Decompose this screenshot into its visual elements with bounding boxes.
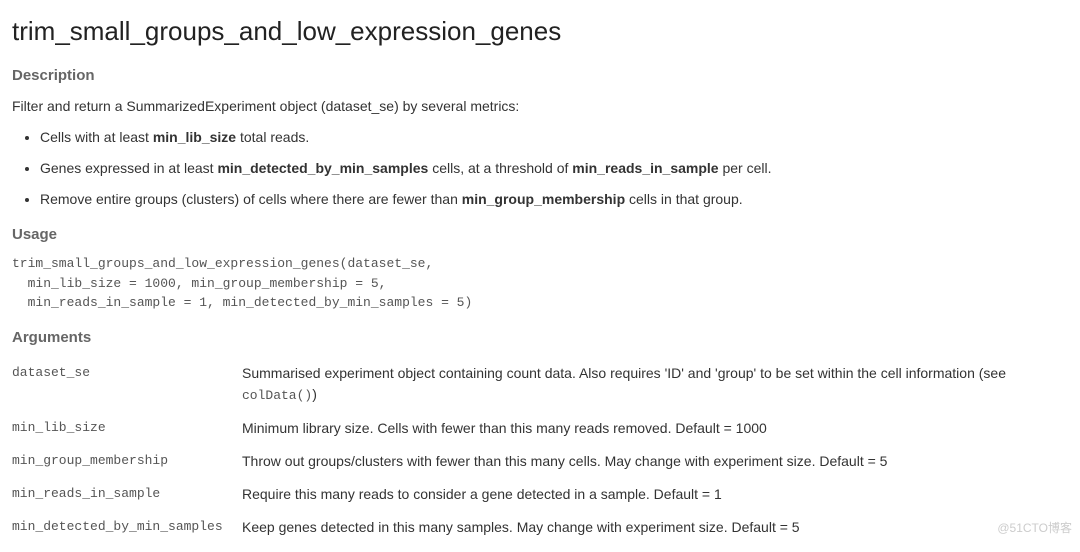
text: cells, at a threshold of <box>428 160 572 176</box>
text-bold: min_group_membership <box>462 191 625 207</box>
list-item: Cells with at least min_lib_size total r… <box>40 127 1068 148</box>
table-row: min_lib_size Minimum library size. Cells… <box>12 412 1068 445</box>
arg-desc: Keep genes detected in this many samples… <box>242 511 1068 544</box>
arg-name: min_lib_size <box>12 412 242 445</box>
text: Keep genes detected in this many samples… <box>242 519 800 535</box>
arg-desc: Throw out groups/clusters with fewer tha… <box>242 445 1068 478</box>
text: Remove entire groups (clusters) of cells… <box>40 191 462 207</box>
description-intro: Filter and return a SummarizedExperiment… <box>12 96 1068 117</box>
usage-code: trim_small_groups_and_low_expression_gen… <box>12 254 1068 313</box>
arguments-heading: Arguments <box>12 327 1068 350</box>
list-item: Genes expressed in at least min_detected… <box>40 158 1068 179</box>
table-row: dataset_se Summarised experiment object … <box>12 357 1068 412</box>
arg-desc: Minimum library size. Cells with fewer t… <box>242 412 1068 445</box>
text: ) <box>312 386 317 402</box>
text-bold: min_lib_size <box>153 129 236 145</box>
text-bold: min_detected_by_min_samples <box>217 160 428 176</box>
arg-desc: Require this many reads to consider a ge… <box>242 478 1068 511</box>
arg-name: min_group_membership <box>12 445 242 478</box>
text: Require this many reads to consider a ge… <box>242 486 722 502</box>
arg-desc: Summarised experiment object containing … <box>242 357 1068 412</box>
description-list: Cells with at least min_lib_size total r… <box>12 127 1068 210</box>
list-item: Remove entire groups (clusters) of cells… <box>40 189 1068 210</box>
watermark: @51CTO博客 <box>997 519 1072 537</box>
arg-name: min_detected_by_min_samples <box>12 511 242 544</box>
arg-name: dataset_se <box>12 357 242 412</box>
usage-heading: Usage <box>12 224 1068 247</box>
arg-name: min_reads_in_sample <box>12 478 242 511</box>
text: cells in that group. <box>625 191 743 207</box>
text-bold: min_reads_in_sample <box>572 160 718 176</box>
text: Genes expressed in at least <box>40 160 217 176</box>
text: per cell. <box>719 160 772 176</box>
arguments-table: dataset_se Summarised experiment object … <box>12 357 1068 544</box>
text: total reads. <box>236 129 309 145</box>
text: Cells with at least <box>40 129 153 145</box>
code-inline: colData() <box>242 388 312 403</box>
text: Minimum library size. Cells with fewer t… <box>242 420 767 436</box>
text: Throw out groups/clusters with fewer tha… <box>242 453 887 469</box>
table-row: min_detected_by_min_samples Keep genes d… <box>12 511 1068 544</box>
page-title: trim_small_groups_and_low_expression_gen… <box>12 12 1068 51</box>
table-row: min_group_membership Throw out groups/cl… <box>12 445 1068 478</box>
text: Summarised experiment object containing … <box>242 365 1006 381</box>
description-heading: Description <box>12 65 1068 88</box>
table-row: min_reads_in_sample Require this many re… <box>12 478 1068 511</box>
